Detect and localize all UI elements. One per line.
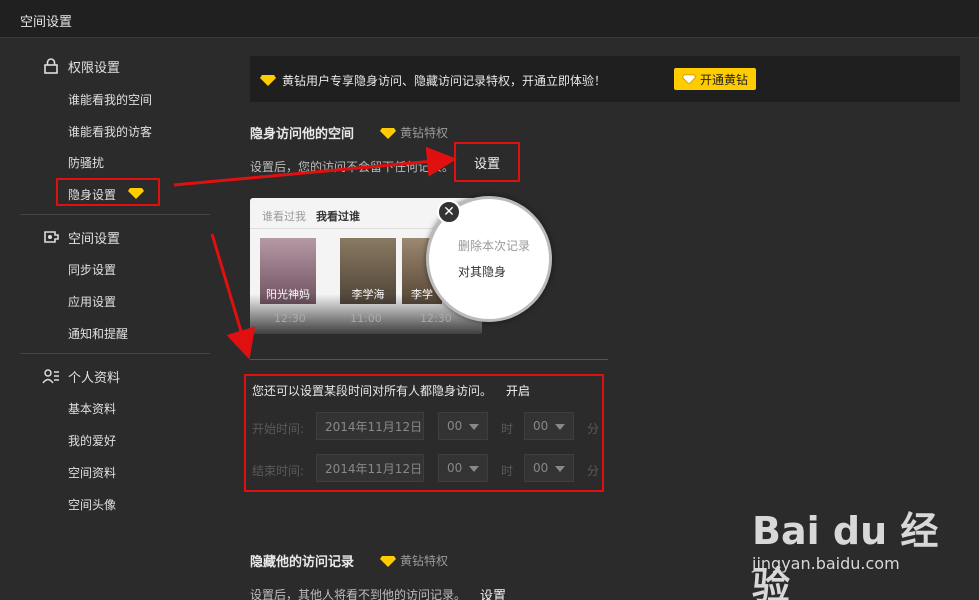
sidebar-item-app-settings[interactable]: 应用设置 [68,293,116,310]
promo-text: 黄钻用户专享隐身访问、隐藏访问记录特权，开通立即体验！ [282,74,607,88]
yellow-diamond-icon [380,127,396,139]
diamond-icon [681,74,696,84]
privilege-tag-label: 黄钻特权 [400,554,449,568]
sidebar-section-label: 权限设置 [68,60,121,76]
visitor-time: 12:30 [274,312,306,325]
start-date-field[interactable]: 2014年11月12日 [316,412,424,440]
sidebar-item-space-avatar[interactable]: 空间头像 [68,496,116,513]
end-minute-value: 00 [533,461,549,475]
start-hour-value: 00 [447,419,463,433]
sidebar-item-sync-settings[interactable]: 同步设置 [68,261,116,278]
sidebar-item-notifications[interactable]: 通知和提醒 [68,325,128,342]
window-title: 空间设置 [20,15,73,30]
start-minute-value: 00 [533,419,549,433]
minute-unit: 分 [587,464,600,478]
end-time-label: 结束时间: [252,464,305,478]
promo-banner: 黄钻用户专享隐身访问、隐藏访问记录特权，开通立即体验！ 开通黄钻 [250,56,960,102]
sidebar: 权限设置 谁能看我的空间 谁能看我的访客 防骚扰 隐身设置 空间设置 同步设置 … [20,38,210,600]
sidebar-item-who-can-view-space[interactable]: 谁能看我的空间 [68,91,152,108]
baidu-watermark: Bai du 经验 jingyan.baidu.com [752,494,974,600]
watermark-url: jingyan.baidu.com [752,554,900,573]
end-hour-select[interactable]: 00 [438,454,488,482]
start-minute-select[interactable]: 00 [524,412,574,440]
sidebar-section-permissions[interactable]: 权限设置 [42,55,120,77]
scheduled-stealth-box: 您还可以设置某段时间对所有人都隐身访问。 开启 开始时间: 2014年11月12… [244,374,604,492]
stealth-set-label: 设置 [473,156,500,172]
watermark-logo: Bai du 经验 [752,509,939,600]
schedule-intro: 您还可以设置某段时间对所有人都隐身访问。 [252,384,493,398]
chevron-down-icon [555,424,565,430]
sidebar-item-hobbies[interactable]: 我的爱好 [68,432,116,449]
privilege-tag-label: 黄钻特权 [400,126,449,140]
sidebar-section-label: 个人资料 [68,370,121,386]
stealth-heading: 隐身访问他的空间 [250,127,355,142]
minute-unit: 分 [587,422,600,436]
sidebar-divider [20,214,210,215]
chevron-down-icon [469,466,479,472]
end-minute-select[interactable]: 00 [524,454,574,482]
end-hour-value: 00 [447,461,463,475]
preview-tabs: 谁看过我 我看过谁 [262,208,360,224]
chevron-down-icon [469,424,479,430]
end-date-field[interactable]: 2014年11月12日 [316,454,424,482]
privilege-tag: 黄钻特权 [380,124,448,141]
yellow-diamond-icon [260,75,276,86]
arrow-to-schedule [210,233,256,360]
sidebar-section-space-settings[interactable]: 空间设置 [42,226,120,248]
menu-delete-record[interactable]: 删除本次记录 [458,237,530,254]
sidebar-item-basic-info[interactable]: 基本资料 [68,400,116,417]
selected-item-highlight [56,178,160,206]
gear-icon [44,231,59,243]
lock-icon [44,58,58,74]
visitor-time: 12:30 [420,312,452,325]
start-hour-select[interactable]: 00 [438,412,488,440]
hide-records-heading: 隐藏他的访问记录 [250,555,355,570]
hide-records-description: 设置后，其他人将看不到他的访问记录。 [250,588,467,600]
stealth-description: 设置后，您的访问不会留下任何记录。 [250,160,455,174]
person-icon [42,369,59,384]
close-icon[interactable]: ✕ [437,200,461,224]
sidebar-item-anti-harassment[interactable]: 防骚扰 [68,154,104,171]
hour-unit: 时 [501,422,514,436]
tab-who-i-viewed[interactable]: 我看过谁 [316,210,360,223]
sidebar-divider [20,353,210,354]
hour-unit: 时 [501,464,514,478]
sidebar-section-profile[interactable]: 个人资料 [42,365,120,387]
tab-who-viewed-me[interactable]: 谁看过我 [262,210,306,223]
sidebar-item-who-can-view-visitors[interactable]: 谁能看我的访客 [68,123,152,140]
start-time-label: 开始时间: [252,422,305,436]
chevron-down-icon [555,466,565,472]
privilege-tag: 黄钻特权 [380,552,448,569]
menu-hide-from-them[interactable]: 对其隐身 [458,263,506,280]
schedule-enable-toggle[interactable]: 开启 [506,382,530,399]
open-yellow-diamond-button[interactable]: 开通黄钻 [674,68,756,90]
stealth-set-button[interactable]: 设置 [454,142,520,182]
section-divider [250,359,608,360]
window-titlebar: 空间设置 [0,0,979,38]
sidebar-section-label: 空间设置 [68,231,121,247]
open-yellow-diamond-label: 开通黄钻 [699,72,748,87]
hide-records-set-button[interactable]: 设置 [480,585,506,600]
visitor-time: 11:00 [350,312,382,325]
yellow-diamond-icon [380,555,396,567]
sidebar-item-space-info[interactable]: 空间资料 [68,464,116,481]
